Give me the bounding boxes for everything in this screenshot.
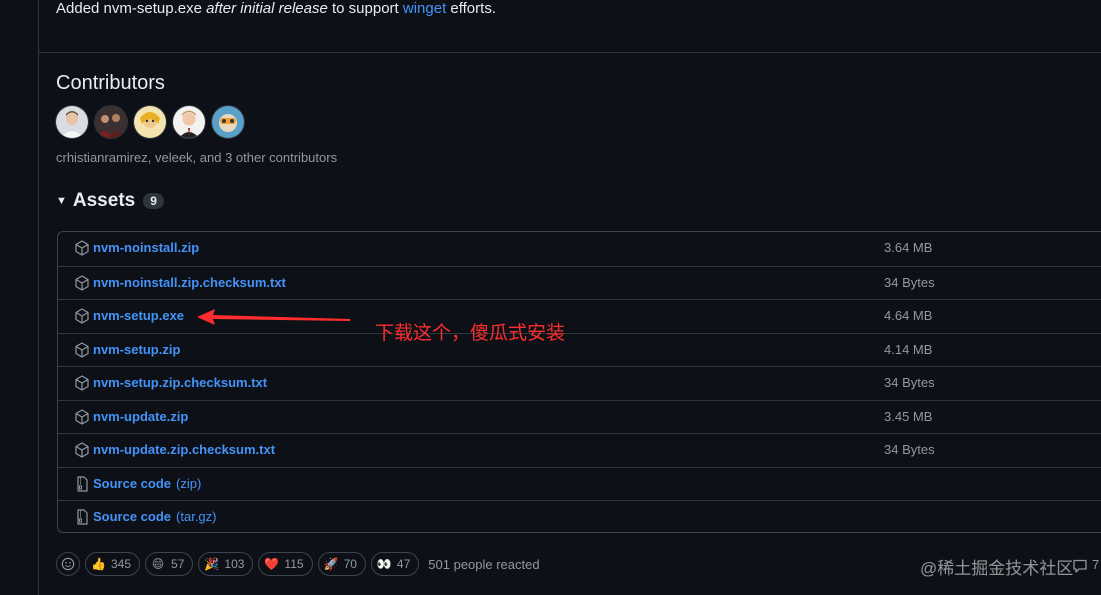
release-notes-line: Added nvm-setup.exe after initial releas… xyxy=(56,0,496,17)
contributors-caption[interactable]: crhistianramirez, veleek, and 3 other co… xyxy=(56,150,337,165)
reaction-count: 103 xyxy=(224,557,245,571)
asset-size: 4.14 MB xyxy=(884,341,933,357)
reaction-count: 57 xyxy=(171,557,185,571)
comment-icon[interactable] xyxy=(1072,558,1088,574)
reaction-count: 345 xyxy=(111,557,132,571)
file-zip-icon xyxy=(77,509,88,525)
eyes-icon: 👀 xyxy=(376,557,392,571)
release-notes-emphasis: after initial release xyxy=(206,0,328,17)
asset-row: nvm-update.zip.checksum.txt 34 Bytes xyxy=(58,433,1101,467)
release-notes-prefix: Added nvm-setup.exe xyxy=(56,0,207,17)
package-icon xyxy=(75,408,89,425)
asset-size: 34 Bytes xyxy=(884,442,935,457)
asset-size: 3.64 MB xyxy=(884,240,933,255)
reaction-laugh[interactable]: 😄 57 xyxy=(145,552,194,576)
reaction-heart[interactable]: ❤️ 115 xyxy=(258,552,313,576)
assets-list: nvm-noinstall.zip 3.64 MB nvm-noinstall.… xyxy=(57,231,1101,533)
thumbs-up-icon: 👍 xyxy=(91,557,106,571)
package-icon xyxy=(75,341,89,358)
avatar[interactable] xyxy=(95,106,127,138)
source-code-targz-link[interactable]: Source code (tar.gz) xyxy=(93,509,217,524)
source-code-zip-link[interactable]: Source code (zip) xyxy=(93,476,201,491)
package-icon xyxy=(75,274,89,291)
comment-count: 7 xyxy=(1092,557,1100,572)
assets-count-badge: 9 xyxy=(143,193,164,209)
caret-down-icon: ▼ xyxy=(56,195,67,207)
reaction-hooray[interactable]: 🎉 103 xyxy=(198,552,254,576)
asset-link[interactable]: nvm-noinstall.zip.checksum.txt xyxy=(93,275,291,290)
contributor-avatars xyxy=(56,106,244,138)
section-divider xyxy=(39,52,1101,53)
reaction-count: 115 xyxy=(284,557,304,571)
annotation-text: 下载这个，傻瓜式安装 xyxy=(375,323,566,344)
reaction-rocket[interactable]: 🚀 70 xyxy=(317,552,366,576)
asset-size: 34 Bytes xyxy=(884,274,935,290)
assets-heading: Assets xyxy=(72,190,136,211)
reaction-count: 70 xyxy=(343,557,357,571)
asset-row: nvm-setup.zip.checksum.txt 34 Bytes xyxy=(58,366,1101,400)
asset-link[interactable]: nvm-update.zip xyxy=(93,409,193,424)
annotation-arrow-icon xyxy=(197,309,350,325)
assets-summary-toggle[interactable]: ▼ Assets 9 xyxy=(56,190,164,212)
smiley-icon xyxy=(61,557,75,571)
winget-link[interactable]: winget xyxy=(403,0,446,17)
add-reaction-button[interactable] xyxy=(56,552,80,576)
asset-link[interactable]: nvm-setup.exe xyxy=(93,308,189,323)
reaction-eyes[interactable]: 👀 47 xyxy=(370,552,420,576)
asset-link[interactable]: nvm-setup.zip xyxy=(93,342,185,357)
asset-row: nvm-noinstall.zip 3.64 MB xyxy=(58,232,1101,266)
rocket-icon: 🚀 xyxy=(323,557,339,571)
heart-icon: ❤️ xyxy=(264,557,280,571)
site-watermark: @稀土掘金技术社区 xyxy=(920,559,1074,578)
avatar[interactable] xyxy=(173,106,205,138)
file-zip-icon xyxy=(77,475,88,492)
asset-size: 4.64 MB xyxy=(884,308,933,323)
asset-row: Source code (tar.gz) xyxy=(58,500,1101,534)
reactions-summary[interactable]: 501 people reacted xyxy=(428,557,539,572)
laugh-icon: 😄 xyxy=(151,557,165,571)
asset-row: Source code (zip) xyxy=(58,466,1101,501)
asset-row: nvm-update.zip 3.45 MB xyxy=(58,399,1101,434)
asset-row: nvm-noinstall.zip.checksum.txt 34 Bytes xyxy=(58,265,1101,300)
release-notes-suffix: efforts. xyxy=(446,0,496,17)
reaction-thumbs-up[interactable]: 👍 345 xyxy=(85,552,141,576)
avatar[interactable] xyxy=(134,106,166,138)
asset-link[interactable]: nvm-noinstall.zip xyxy=(93,240,204,255)
avatar[interactable] xyxy=(212,106,244,138)
reaction-count: 47 xyxy=(396,557,411,571)
package-icon xyxy=(75,240,89,256)
package-icon xyxy=(75,375,89,391)
release-page: Added nvm-setup.exe after initial releas… xyxy=(0,0,1101,595)
package-icon xyxy=(75,308,89,324)
asset-size: 3.45 MB xyxy=(884,408,933,424)
contributors-heading: Contributors xyxy=(56,72,165,94)
package-icon xyxy=(75,442,89,458)
asset-link[interactable]: nvm-update.zip.checksum.txt xyxy=(93,442,280,457)
asset-link[interactable]: nvm-setup.zip.checksum.txt xyxy=(93,375,272,390)
release-notes-middle: to support xyxy=(327,0,403,17)
party-popper-icon: 🎉 xyxy=(204,557,220,571)
asset-size: 34 Bytes xyxy=(884,375,935,390)
asset-row: nvm-setup.zip 4.14 MB xyxy=(58,332,1101,367)
reactions-bar: 👍 345 😄 57 🎉 103 ❤️ 115 🚀 70 👀 47 501 pe… xyxy=(56,552,540,576)
avatar[interactable] xyxy=(56,106,88,138)
timeline-rail xyxy=(38,0,39,595)
